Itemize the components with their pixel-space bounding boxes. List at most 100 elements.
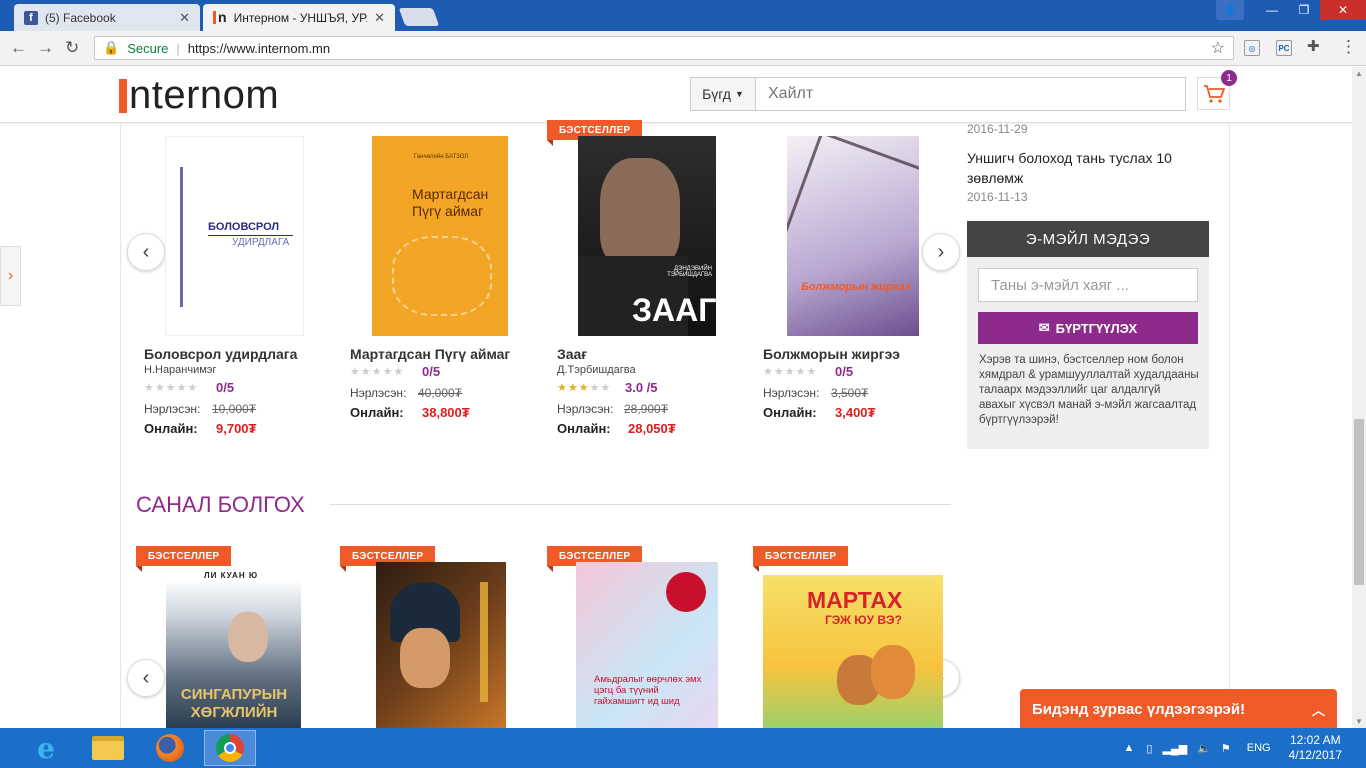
book-cover[interactable]: ЛИ КУАН Ю СИНГАПУРЫН ХӨГЖЛИЙН: [166, 566, 301, 728]
system-tray: ▲ ▯ ▂▄▆ 🔈 ⚑ ENG 12:02 AM 4/12/2017: [1124, 728, 1366, 768]
book-title[interactable]: Заағ: [557, 346, 587, 362]
clock-date: 4/12/2017: [1288, 748, 1342, 762]
user-icon[interactable]: 👤: [1216, 0, 1244, 20]
close-tab-icon[interactable]: ✕: [374, 10, 385, 26]
cover-emblem: [666, 572, 706, 612]
search-input[interactable]: [756, 77, 1186, 111]
scroll-down-arrow-icon[interactable]: ▼: [1355, 717, 1363, 726]
rating-value: 0/5: [835, 364, 854, 379]
carousel-prev-arrow-icon[interactable]: ‹: [127, 233, 165, 271]
book-cover[interactable]: Ганчөлийн БАТЗОЛ Мартагдсан Пүгү аймаг: [372, 136, 508, 336]
puzzle-extension-icon[interactable]: ✚: [1307, 37, 1320, 55]
device-icon[interactable]: ▯: [1146, 742, 1152, 755]
online-price-label: Онлайн:: [144, 421, 198, 436]
book-cover[interactable]: МАРТАХ ГЭЖ ЮУ ВЭ?: [763, 575, 943, 728]
bestseller-badge: БЭСТСЕЛЛЕР: [136, 546, 232, 572]
maximize-button[interactable]: ❐: [1288, 0, 1320, 20]
cover-branches: [787, 136, 919, 282]
cover-title: БОЛОВСРОЛ: [208, 221, 280, 233]
chevron-up-icon[interactable]: ︿: [1312, 700, 1325, 719]
back-arrow-icon[interactable]: ←: [10, 38, 27, 58]
network-signal-icon[interactable]: ▂▄▆: [1162, 742, 1187, 755]
search-category-dropdown[interactable]: Бүгд ▼: [690, 77, 756, 111]
tab-facebook[interactable]: f (5) Facebook ✕: [14, 4, 200, 31]
cover-mongol-script: [180, 167, 198, 307]
bookmark-star-icon[interactable]: ☆: [1211, 38, 1225, 58]
register-label: БҮРТГҮҮЛЭХ: [1055, 320, 1138, 336]
internom-logo[interactable]: nternom: [119, 73, 279, 118]
rating-value: 0/5: [422, 364, 441, 379]
cover-portrait: [600, 158, 680, 268]
book-title[interactable]: Боловсрол удирдлага: [144, 346, 297, 362]
bestseller-badge: БЭСТСЕЛЛЕР: [753, 546, 849, 572]
rating-stars: ★★★★★: [557, 382, 612, 394]
envelope-icon: ✉: [1038, 320, 1050, 335]
list-price: 3,500₮: [831, 386, 869, 400]
cart-count-badge: 1: [1221, 70, 1237, 86]
carousel-next-arrow-icon[interactable]: ›: [922, 233, 960, 271]
volume-icon[interactable]: 🔈: [1197, 742, 1211, 755]
book-title[interactable]: Мартагдсан Пүгү аймаг: [350, 346, 510, 362]
clock[interactable]: 12:02 AM 4/12/2017: [1289, 733, 1342, 763]
news-link[interactable]: Уншигч болоход тань туслах 10 зөвлөмж: [967, 148, 1182, 188]
chrome-icon[interactable]: [204, 730, 256, 766]
cover-face: [400, 628, 450, 688]
reload-icon[interactable]: ↻: [65, 38, 79, 58]
new-tab-button[interactable]: [398, 8, 440, 26]
book-title[interactable]: Болжморын жиргээ: [763, 346, 900, 362]
pc-extension-icon[interactable]: PC: [1276, 40, 1292, 56]
cover-title: ЗААГ: [632, 292, 716, 328]
clock-time: 12:02 AM: [1289, 733, 1341, 747]
secure-label: Secure: [127, 40, 169, 56]
action-center-flag-icon[interactable]: ⚑: [1221, 742, 1231, 755]
lock-icon: 🔒: [103, 40, 120, 55]
cover-title: Болжморын жиргээ: [801, 281, 911, 293]
book-cover[interactable]: БОЛОВСРОЛ УДИРДЛАГА: [165, 136, 304, 336]
extension-icon[interactable]: ◎: [1244, 40, 1260, 56]
carousel-prev-arrow-icon[interactable]: ‹: [127, 659, 165, 697]
show-hidden-icons-chevron-icon[interactable]: ▲: [1124, 742, 1135, 754]
rating-stars: ★★★★★: [763, 366, 818, 378]
book-cover[interactable]: [376, 562, 506, 728]
internom-favicon-icon: n: [213, 10, 227, 24]
book-cover[interactable]: Амьдралыг өөрчлөх эмх цэгц ба түүний гай…: [576, 562, 718, 728]
cover-author: ДЭНДЭВИЙН ТЭРБИШДАГВА: [667, 266, 712, 278]
cover-author: Ганчөлийн БАТЗОЛ: [414, 154, 469, 160]
online-price: 9,700₮: [216, 421, 257, 436]
list-price: 40,000₮: [418, 386, 463, 400]
menu-icon[interactable]: ⋮: [1340, 37, 1357, 57]
forward-arrow-icon[interactable]: →: [37, 38, 54, 58]
close-tab-icon[interactable]: ✕: [179, 10, 190, 26]
cover-title: Амьдралыг өөрчлөх эмх цэгц ба түүний гай…: [594, 674, 702, 707]
register-button[interactable]: ✉ БҮРТГҮҮЛЭХ: [978, 312, 1198, 344]
url-text: https://www.internom.mn: [187, 40, 331, 56]
scroll-up-arrow-icon[interactable]: ▲: [1355, 69, 1363, 78]
news-date: 2016-11-13: [967, 190, 1028, 204]
internet-explorer-icon[interactable]: e: [20, 730, 72, 766]
cover-portrait: [228, 612, 268, 662]
book-cover[interactable]: ДЭНДЭВИЙН ТЭРБИШДАГВА ЗААГ: [578, 136, 716, 336]
cover-bear-2: [871, 645, 915, 699]
online-price: 3,400₮: [835, 405, 876, 420]
firefox-icon[interactable]: [144, 730, 196, 766]
side-panel-toggle-chevron-icon[interactable]: ›: [0, 246, 21, 306]
chat-widget[interactable]: Бидэнд зурвас үлдээгээрэй! ︿: [1020, 689, 1337, 729]
windows-taskbar: e ▲ ▯ ▂▄▆ 🔈 ⚑ ENG 12:02 AM 4/12/2017: [0, 728, 1366, 768]
page-scrollbar[interactable]: ▲ ▼: [1352, 67, 1366, 728]
file-explorer-icon[interactable]: [82, 730, 134, 766]
cart-icon: [1203, 84, 1225, 103]
language-indicator[interactable]: ENG: [1247, 742, 1271, 754]
close-window-button[interactable]: ✕: [1320, 0, 1366, 20]
address-bar: ← → ↻ 🔒 Secure | https://www.internom.mn…: [0, 31, 1366, 66]
minimize-button[interactable]: —: [1256, 0, 1288, 20]
tab-label: (5) Facebook: [45, 10, 116, 25]
email-input[interactable]: Таны э-мэйл хаяг ...: [978, 268, 1198, 302]
tab-internom[interactable]: n Интерном - УНШЪЯ, УРА ✕: [203, 4, 395, 31]
url-input[interactable]: 🔒 Secure | https://www.internom.mn ☆: [94, 36, 1234, 60]
book-cover[interactable]: Болжморын жиргээ: [787, 136, 919, 336]
cover-title: СИНГАПУРЫН ХӨГЖЛИЙН: [180, 686, 288, 721]
cover-subtitle: ГЭЖ ЮУ ВЭ?: [825, 613, 902, 627]
caret-down-icon: ▼: [734, 89, 744, 99]
scrollbar-thumb[interactable]: [1354, 419, 1364, 585]
news-date: 2016-11-29: [967, 122, 1028, 136]
